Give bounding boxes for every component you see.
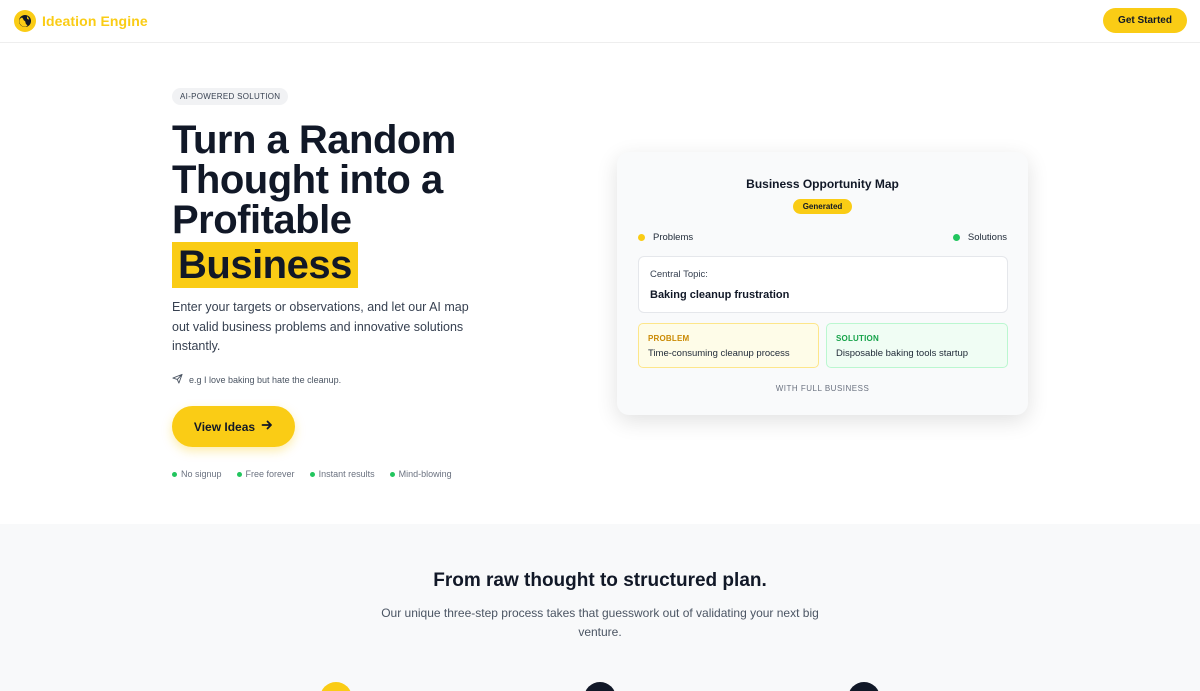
example-hint: e.g I love baking but hate the cleanup. — [172, 373, 341, 386]
hero-subtitle: Enter your targets or observations, and … — [172, 300, 469, 353]
hero-title-line-1: Turn a Random — [172, 118, 456, 162]
central-topic-box: Central Topic: Baking cleanup frustratio… — [638, 256, 1008, 313]
hero-title-line-3: Profitable — [172, 198, 352, 242]
solution-text: Disposable baking tools startup — [836, 348, 969, 359]
feature-item: No signup — [172, 469, 222, 479]
brand-name: Ideation Engine — [42, 13, 148, 29]
top-nav: Ideation Engine Get Started — [0, 0, 1200, 43]
feature-item: Free forever — [236, 469, 295, 479]
feature-label: No signup — [181, 469, 222, 479]
paper-plane-icon — [172, 373, 183, 386]
feature-label: Instant results — [318, 469, 375, 479]
step-1-icon — [320, 682, 352, 691]
check-dot-icon — [389, 471, 395, 477]
example-text: e.g I love baking but hate the cleanup. — [189, 374, 342, 385]
card-footer: WITH FULL BUSINESS — [775, 384, 870, 393]
status-badge: Generated — [793, 199, 852, 214]
step-2-icon — [584, 682, 616, 691]
hero-title: Turn a Random Thought into a Profitable … — [172, 120, 502, 288]
check-dot-icon — [236, 471, 242, 477]
hero-title-line-2: Thought into a — [172, 158, 443, 202]
card-title: Business Opportunity Map — [746, 177, 899, 191]
feature-label: Free forever — [245, 469, 295, 479]
process-section: From raw thought to structured plan. Our… — [0, 524, 1200, 691]
arrow-right-icon — [261, 419, 273, 434]
hero-title-highlight: Business — [172, 242, 358, 288]
check-dot-icon — [309, 471, 315, 477]
brand[interactable]: Ideation Engine — [14, 10, 148, 32]
central-topic-value: Baking cleanup frustration — [650, 289, 790, 301]
process-title: From raw thought to structured plan. — [433, 570, 767, 591]
feature-item: Mind-blowing — [389, 469, 452, 479]
green-dot-icon — [952, 234, 960, 241]
process-subtitle: Our unique three-step process takes that… — [381, 606, 819, 639]
solution-tag: SOLUTION — [836, 334, 879, 343]
yellow-dot-icon — [638, 234, 645, 241]
check-dot-icon — [172, 471, 177, 477]
problem-tag: PROBLEM — [648, 334, 690, 343]
problem-box: PROBLEM Time-consuming cleanup process — [638, 323, 819, 368]
view-ideas-button[interactable]: View Ideas — [172, 406, 295, 447]
view-ideas-label: View Ideas — [193, 419, 256, 434]
ai-badge: AI-POWERED SOLUTION — [172, 88, 289, 105]
step-3-icon — [848, 682, 880, 691]
get-started-button[interactable]: Get Started — [1103, 8, 1187, 33]
legend-problems: Problems — [638, 232, 693, 243]
legend-solutions-label: Solutions — [967, 232, 1007, 243]
feature-label: Mind-blowing — [398, 469, 452, 479]
problem-text: Time-consuming cleanup process — [648, 348, 790, 359]
legend-solutions: Solutions — [952, 232, 1007, 243]
opportunity-map-card: Business Opportunity Map Generated Probl… — [617, 152, 1028, 415]
feature-list: No signup Free forever Instant results M… — [172, 469, 452, 479]
globe-icon — [14, 10, 36, 32]
solution-box: SOLUTION Disposable baking tools startup — [826, 323, 1008, 368]
central-topic-label: Central Topic: — [650, 269, 708, 280]
legend-problems-label: Problems — [653, 232, 694, 243]
feature-item: Instant results — [309, 469, 375, 479]
